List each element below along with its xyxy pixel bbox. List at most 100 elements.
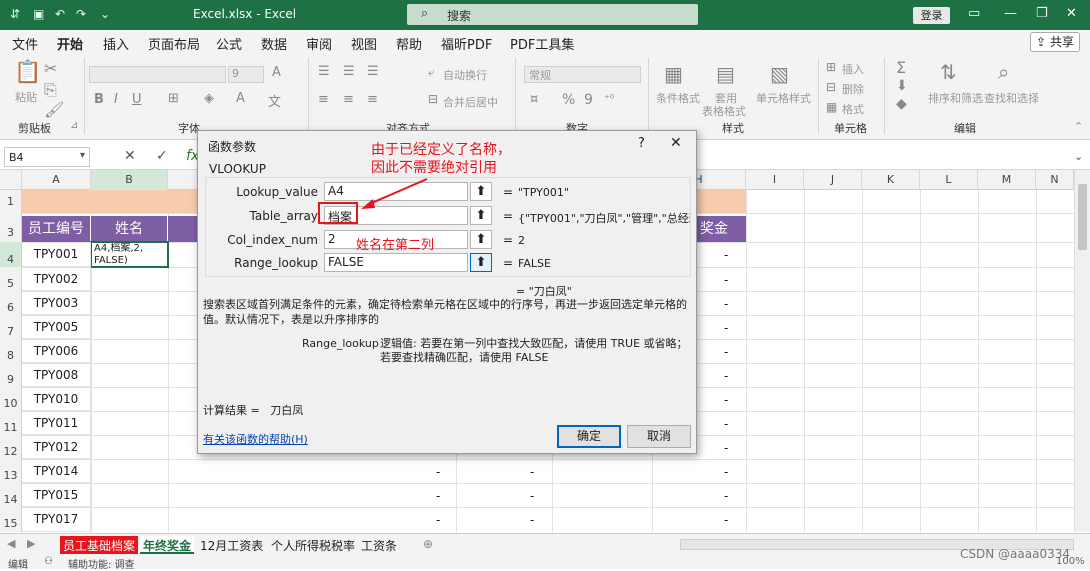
header-name[interactable]: 姓名: [91, 216, 168, 242]
confirm-edit-icon[interactable]: ✓: [156, 148, 168, 164]
cell-bonus[interactable]: -: [724, 393, 728, 407]
cell-bonus[interactable]: -: [724, 248, 728, 262]
sort-filter-label[interactable]: 排序和筛选: [928, 90, 983, 106]
cell-id[interactable]: TPY011: [22, 411, 91, 435]
conditional-format-icon[interactable]: ▦: [664, 62, 683, 86]
clipboard-launcher-icon[interactable]: ⊿: [70, 120, 78, 131]
ok-button[interactable]: 确定: [557, 425, 621, 448]
number-format-select[interactable]: 常规: [524, 66, 641, 83]
cell-id[interactable]: TPY005: [22, 315, 91, 339]
autosave-icon[interactable]: ⇵: [10, 7, 20, 21]
wrap-text-icon[interactable]: ⤶: [428, 65, 435, 80]
row-header-10[interactable]: 10: [0, 387, 22, 411]
zoom-level[interactable]: 100%: [1056, 556, 1085, 567]
increase-decimal-icon[interactable]: ⁺⁰: [604, 92, 614, 105]
align-left-icon[interactable]: ≡: [318, 92, 329, 107]
dialog-close-button[interactable]: ✕: [670, 135, 682, 151]
row-header-15[interactable]: 15: [0, 507, 22, 532]
cell-id[interactable]: TPY012: [22, 435, 91, 459]
insert-cells-icon[interactable]: ⊞: [826, 60, 836, 74]
select-all-corner[interactable]: [0, 170, 22, 190]
align-bottom-icon[interactable]: ☰: [367, 64, 379, 79]
merge-center-icon[interactable]: ⊟: [428, 92, 438, 106]
insert-cells-label[interactable]: 插入: [842, 61, 864, 77]
column-header-m[interactable]: M: [978, 170, 1036, 190]
column-header-j[interactable]: J: [804, 170, 862, 190]
row-header-12[interactable]: 12: [0, 435, 22, 459]
comma-icon[interactable]: 9: [584, 92, 593, 108]
table-format-icon[interactable]: ▤: [716, 62, 735, 86]
collapse-ribbon-icon[interactable]: ⌃: [1074, 120, 1083, 133]
cancel-button[interactable]: 取消: [627, 425, 691, 448]
font-size-select[interactable]: 9: [228, 66, 264, 83]
grow-font-icon[interactable]: A: [272, 65, 281, 80]
format-cells-label[interactable]: 格式: [842, 101, 864, 117]
tab-scroll-left-icon[interactable]: ◀: [4, 536, 18, 554]
phonetic-icon[interactable]: 文: [268, 91, 281, 110]
header-employee-id[interactable]: 员工编号: [22, 216, 91, 242]
redo-icon[interactable]: ↷: [76, 7, 86, 21]
align-top-icon[interactable]: ☰: [318, 64, 330, 79]
share-button[interactable]: ⇪ 共享: [1030, 32, 1080, 52]
table-format-label-2[interactable]: 表格格式: [702, 103, 746, 119]
delete-cells-icon[interactable]: ⊟: [826, 80, 836, 94]
cell-id[interactable]: TPY014: [22, 459, 91, 483]
cell-value[interactable]: -: [530, 489, 534, 503]
tab-year-end-bonus[interactable]: 年终奖金: [140, 536, 195, 554]
column-header-i[interactable]: I: [746, 170, 804, 190]
border-icon[interactable]: ⊞: [168, 91, 179, 106]
maximize-icon[interactable]: ❐: [1036, 6, 1048, 21]
cell-bonus[interactable]: -: [724, 417, 728, 431]
collapse-dialog-button[interactable]: ⬆: [470, 253, 492, 272]
cell-id[interactable]: TPY003: [22, 291, 91, 315]
align-center-icon[interactable]: ≡: [343, 92, 354, 107]
cell-bonus[interactable]: -: [724, 297, 728, 311]
login-button[interactable]: 登录: [913, 7, 950, 24]
autosum-icon[interactable]: Σ: [896, 58, 906, 77]
cell-id[interactable]: TPY006: [22, 339, 91, 363]
row-header-13[interactable]: 13: [0, 459, 22, 483]
menu-file[interactable]: 文件: [12, 34, 38, 53]
italic-icon[interactable]: I: [114, 92, 118, 107]
cell-value[interactable]: -: [530, 465, 534, 479]
cell-id[interactable]: TPY001: [22, 242, 91, 267]
delete-cells-label[interactable]: 删除: [842, 81, 864, 97]
collapse-dialog-button[interactable]: ⬆: [470, 206, 492, 225]
column-header-l[interactable]: L: [920, 170, 978, 190]
row-header-1[interactable]: 1: [0, 190, 22, 213]
cell-id[interactable]: TPY010: [22, 387, 91, 411]
row-header-11[interactable]: 11: [0, 411, 22, 435]
menu-insert[interactable]: 插入: [103, 34, 129, 53]
cell-bonus[interactable]: -: [724, 465, 728, 479]
cell-bonus[interactable]: -: [724, 273, 728, 287]
currency-icon[interactable]: ¤: [530, 92, 538, 107]
menu-review[interactable]: 审阅: [306, 34, 332, 53]
cell-value[interactable]: -: [436, 489, 440, 503]
wrap-text-label[interactable]: 自动换行: [443, 67, 487, 83]
row-header-4[interactable]: 4: [0, 242, 22, 267]
find-select-label[interactable]: 查找和选择: [984, 90, 1039, 106]
fill-icon[interactable]: ⬇: [896, 78, 908, 94]
menu-formulas[interactable]: 公式: [216, 34, 242, 53]
add-sheet-icon[interactable]: ⊕: [420, 536, 436, 554]
format-cells-icon[interactable]: ▦: [826, 100, 837, 114]
menu-foxit-pdf[interactable]: 福昕PDF: [441, 34, 492, 53]
cell-bonus[interactable]: -: [724, 513, 728, 527]
cell-id[interactable]: TPY015: [22, 483, 91, 507]
column-header-b[interactable]: B: [91, 170, 168, 190]
ribbon-display-icon[interactable]: ▭: [968, 6, 980, 21]
bold-icon[interactable]: B: [94, 92, 104, 107]
expand-formula-bar-icon[interactable]: ⌄: [1074, 150, 1083, 163]
function-help-link[interactable]: 有关该函数的帮助(H): [203, 431, 308, 447]
vertical-scrollbar[interactable]: [1074, 170, 1090, 532]
close-window-icon[interactable]: ✕: [1066, 6, 1077, 21]
scrollbar-thumb[interactable]: [1078, 184, 1087, 250]
cell-id[interactable]: TPY008: [22, 363, 91, 387]
cell-bonus[interactable]: -: [724, 321, 728, 335]
row-header-7[interactable]: 7: [0, 315, 22, 339]
cell-id[interactable]: TPY002: [22, 267, 91, 291]
font-name-select[interactable]: [89, 66, 226, 83]
active-cell-b4[interactable]: A4,档案,2, FALSE): [90, 241, 169, 268]
menu-data[interactable]: 数据: [261, 34, 287, 53]
save-icon[interactable]: ▣: [33, 7, 44, 21]
